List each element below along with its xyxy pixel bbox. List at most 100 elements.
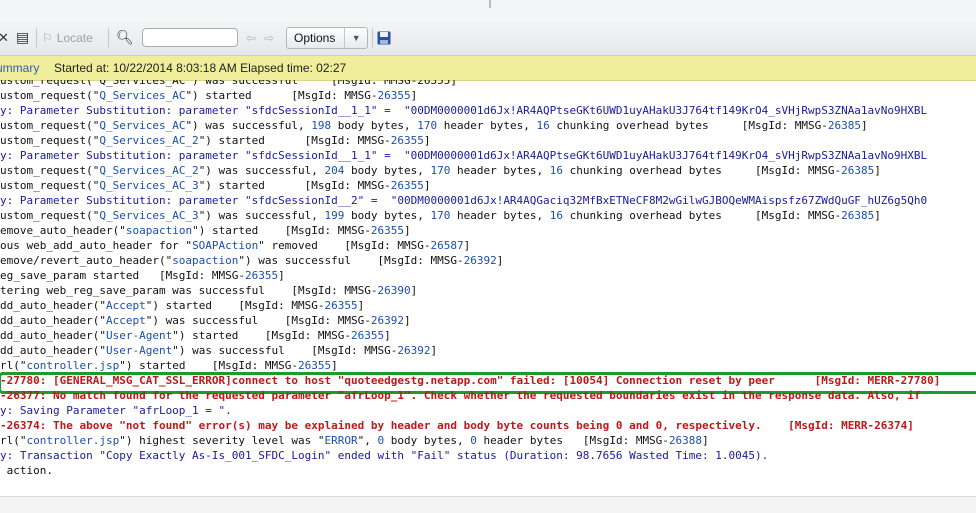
- log-line: ustom_request("Q_Services_AC_3") started…: [0, 178, 431, 193]
- log-line: dd_auto_header("Accept") started [MsgId:…: [0, 298, 364, 313]
- log-segment: ]: [331, 359, 338, 372]
- log-segment: ") highest severity level was ": [119, 434, 325, 447]
- log-segment: -26374: The above "not found" error(s) m…: [0, 419, 914, 432]
- log-segment: Q_Services_AC_3: [99, 209, 199, 222]
- log-segment: ") was successful [MsgId: MMSG-: [172, 344, 398, 357]
- horizontal-scrollbar[interactable]: [0, 496, 976, 513]
- log-segment: ustom_request(": [0, 134, 100, 147]
- log-segment: emove_auto_header(": [0, 224, 126, 237]
- log-segment: 26355: [245, 269, 279, 282]
- log-segment: 26355: [351, 329, 385, 342]
- summary-bar: ummary Started at: 10/22/2014 8:03:18 AM…: [0, 56, 976, 81]
- log-segment: body bytes,: [344, 164, 431, 177]
- log-segment: header bytes,: [437, 119, 537, 132]
- log-line: dd_auto_header("User-Agent") was success…: [0, 343, 437, 358]
- log-segment: -27780: [GENERAL_MSG_CAT_SSL_ERROR]conne…: [0, 374, 941, 387]
- summary-link[interactable]: ummary: [0, 56, 39, 80]
- toolbar: ✕ ▤ ⚐ Locate 🔍︎ ⇦ ⇨ Options ▼: [0, 22, 976, 56]
- log-line: y: Transaction "Copy Exactly As-Is_001_S…: [0, 448, 768, 463]
- log-segment: 26355: [390, 179, 424, 192]
- log-segment: ]: [861, 119, 868, 132]
- log-segment: Q_Services_AC_2: [99, 164, 199, 177]
- log-segment: SOAPAction: [192, 239, 259, 252]
- log-line: -27780: [GENERAL_MSG_CAT_SSL_ERROR]conne…: [0, 373, 940, 388]
- log-segment: 26355: [370, 224, 405, 237]
- log-segment: 26385: [827, 119, 861, 132]
- log-segment: body bytes,: [331, 119, 418, 132]
- toolbar-divider: [108, 28, 109, 48]
- log-segment: ") was successful,: [198, 209, 325, 222]
- log-segment: Q_Services_AC: [99, 119, 186, 132]
- log-segment: 26355: [390, 134, 424, 147]
- log-segment: 26385: [841, 209, 875, 222]
- output-log[interactable]: ustom_request("Q_Services_AC") was succe…: [0, 80, 976, 512]
- log-segment: 26388: [668, 434, 703, 447]
- find-previous-icon[interactable]: ⇦: [246, 27, 256, 49]
- log-segment: 26392: [463, 254, 497, 267]
- close-icon[interactable]: ✕: [0, 27, 9, 49]
- log-segment: header bytes [MsgId: MMSG-: [476, 434, 669, 447]
- log-segment: ]: [278, 269, 285, 282]
- log-line: eg_save_param started [MsgId: MMSG-26355…: [0, 268, 285, 283]
- title-strip-marker: [489, 0, 491, 8]
- find-next-icon[interactable]: ⇨: [264, 27, 274, 49]
- log-segment: 26355: [324, 299, 358, 312]
- search-input[interactable]: [142, 28, 238, 47]
- log-line: ustom_request("Q_Services_AC_2") was suc…: [0, 163, 881, 178]
- log-segment: ]: [410, 284, 418, 297]
- log-segment: Q_Services_AC: [99, 89, 186, 102]
- chevron-down-icon[interactable]: ▼: [344, 28, 367, 48]
- save-icon[interactable]: [377, 27, 391, 49]
- log-segment: soapaction: [125, 224, 193, 237]
- log-segment: soapaction: [172, 254, 239, 267]
- search-icon[interactable]: 🔍︎: [116, 27, 134, 49]
- log-line: -26374: The above "not found" error(s) m…: [0, 418, 914, 433]
- log-line: emove/revert_auto_header("soapaction") w…: [0, 253, 503, 268]
- log-segment: ") started [MsgId: MMSG-: [185, 89, 378, 102]
- log-segment: header bytes,: [450, 209, 550, 222]
- log-segment: dd_auto_header(": [0, 314, 106, 327]
- log-line: y: Parameter Substitution: parameter "sf…: [0, 193, 927, 208]
- log-segment: User-Agent: [105, 329, 173, 342]
- log-segment: ]: [357, 299, 365, 312]
- log-segment: ]: [423, 134, 431, 147]
- log-line: tering web_reg_save_param was successful…: [0, 283, 417, 298]
- log-segment: -26377: No match found for the requested…: [0, 389, 921, 402]
- log-segment: 204: [324, 164, 345, 177]
- log-segment: ous web_add_auto_header for ": [0, 239, 193, 252]
- log-line: ustom_request("Q_Services_AC_2") started…: [0, 133, 431, 148]
- log-segment: y: Transaction "Copy Exactly As-Is_001_S…: [0, 449, 769, 462]
- log-segment: y: Parameter Substitution: parameter "sf…: [0, 149, 928, 162]
- log-segment: rl(": [0, 359, 27, 372]
- log-segment: ustom_request(": [0, 89, 100, 102]
- toolbar-divider: [372, 28, 373, 48]
- log-segment: body bytes,: [344, 209, 431, 222]
- log-segment: ") started [MsgId: MMSG-: [192, 224, 371, 237]
- log-segment: controller.jsp: [26, 359, 120, 372]
- locate-button[interactable]: ⚐ Locate: [42, 27, 93, 49]
- log-line: rl("controller.jsp") highest severity le…: [0, 433, 709, 448]
- log-segment: ") started [MsgId: MMSG-: [119, 359, 299, 372]
- log-line: emove_auto_header("soapaction") started …: [0, 223, 411, 238]
- log-segment: 16: [549, 164, 563, 177]
- log-segment: ustom_request(": [0, 119, 100, 132]
- log-segment: ]: [874, 164, 881, 177]
- log-segment: Accept: [105, 299, 146, 312]
- log-segment: rl(": [0, 434, 27, 447]
- options-button[interactable]: Options ▼: [286, 27, 368, 49]
- log-segment: action.: [0, 464, 53, 477]
- title-strip: [0, 0, 976, 22]
- log-segment: 26355: [298, 359, 332, 372]
- log-segment: controller.jsp: [26, 434, 120, 447]
- log-segment: 170: [430, 164, 451, 177]
- log-segment: ]: [874, 209, 881, 222]
- log-segment: ]: [404, 224, 411, 237]
- window-icon[interactable]: ▤: [16, 27, 29, 49]
- log-segment: ]: [410, 89, 418, 102]
- log-line: ustom_request("Q_Services_AC") was succe…: [0, 118, 868, 133]
- log-segment: ") started [MsgId: MMSG-: [198, 179, 391, 192]
- locate-label: Locate: [56, 31, 93, 45]
- log-segment: ") was successful,: [198, 164, 325, 177]
- log-segment: y: Saving Parameter "afrLoop_1 = ".: [0, 404, 232, 417]
- log-segment: 170: [430, 209, 451, 222]
